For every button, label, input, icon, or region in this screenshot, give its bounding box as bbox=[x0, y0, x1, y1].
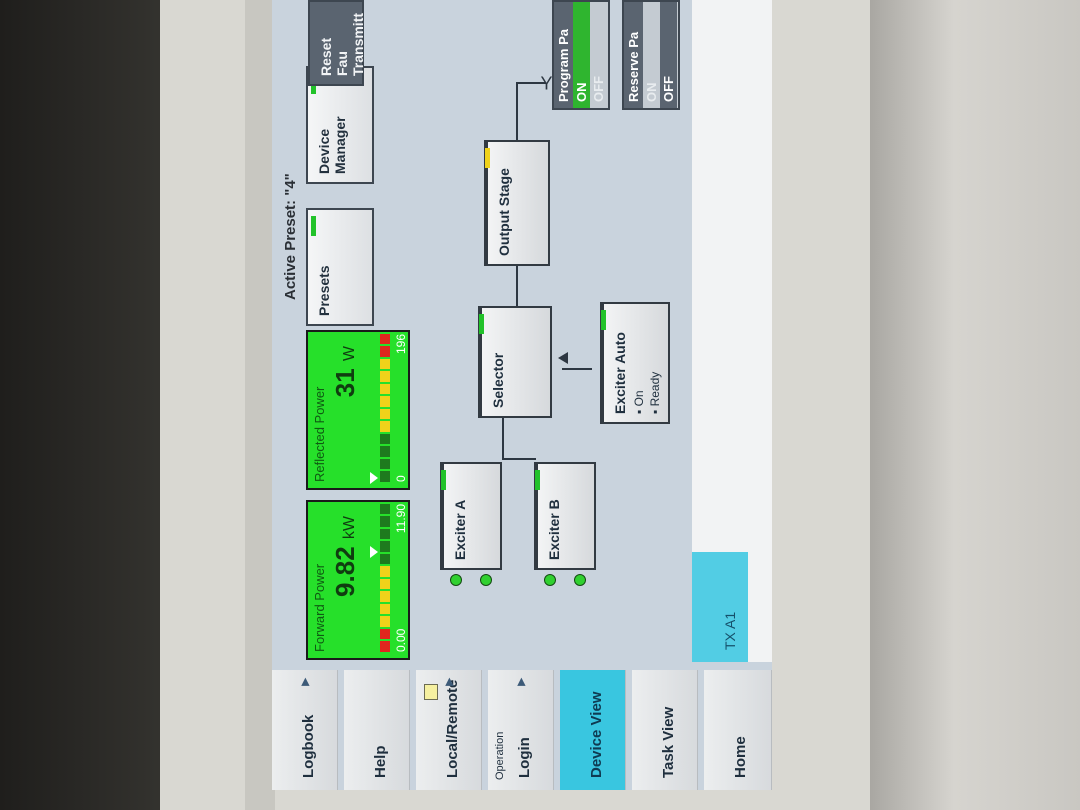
meter-bar bbox=[380, 504, 390, 652]
status-led bbox=[485, 148, 490, 168]
background-left bbox=[0, 0, 165, 810]
program-pa-toggle[interactable]: Program Pa ON OFF bbox=[552, 0, 610, 110]
meter-bar bbox=[380, 334, 390, 482]
menu-item-login[interactable]: Operation Login ▶ bbox=[488, 670, 554, 790]
exciter-auto-status: ▪ On bbox=[632, 390, 646, 414]
status-led bbox=[601, 310, 606, 330]
main-menu: Logbook ▶ Help Local/Remote ▶ Operation … bbox=[272, 670, 772, 790]
exciter-a-block[interactable]: Exciter A bbox=[440, 462, 502, 570]
status-led bbox=[311, 216, 316, 236]
status-dot bbox=[574, 574, 586, 586]
connector-line bbox=[516, 82, 518, 140]
local-remote-icon bbox=[424, 684, 438, 700]
meter-marker-icon bbox=[370, 472, 378, 484]
toggle-off[interactable]: OFF bbox=[660, 2, 677, 108]
reserve-pa-toggle[interactable]: Reserve Pa ON OFF bbox=[622, 0, 680, 110]
exciter-b-block[interactable]: Exciter B bbox=[534, 462, 596, 570]
menu-item-home[interactable]: Home bbox=[704, 670, 772, 790]
toggle-title: Program Pa bbox=[554, 2, 573, 108]
status-dot bbox=[480, 574, 492, 586]
reflected-power-meter: Reflected Power 31 W 0 196 bbox=[306, 330, 410, 490]
toggle-on[interactable]: ON bbox=[643, 2, 660, 108]
status-led bbox=[535, 470, 540, 490]
active-preset-label: Active Preset: "4" bbox=[282, 173, 299, 300]
status-led bbox=[441, 470, 446, 490]
screen: Logbook ▶ Help Local/Remote ▶ Operation … bbox=[272, 0, 772, 790]
meter-title: Reflected Power bbox=[312, 386, 327, 482]
antenna-icon: Y bbox=[540, 73, 553, 94]
tab-label: TX A1 bbox=[722, 611, 738, 650]
connector-line bbox=[562, 368, 592, 370]
presets-button[interactable]: Presets bbox=[306, 208, 374, 326]
bezel-edge bbox=[245, 0, 275, 810]
menu-item-label: Login bbox=[516, 737, 533, 778]
menu-item-label: Local/Remote bbox=[444, 679, 461, 778]
selector-block[interactable]: Selector bbox=[478, 306, 552, 418]
reset-faults-button[interactable]: Reset Fau Transmitt bbox=[308, 0, 366, 86]
toggle-on[interactable]: ON bbox=[573, 2, 590, 108]
forward-power-meter: Forward Power 9.82 kW 0.00 11.90 bbox=[306, 500, 410, 660]
menu-item-task-view[interactable]: Task View bbox=[632, 670, 698, 790]
tab-tx-a1[interactable]: TX A1 bbox=[692, 552, 748, 662]
connector-line bbox=[502, 458, 536, 460]
toggle-off[interactable]: OFF bbox=[590, 2, 607, 108]
tab-bar: TX A1 bbox=[692, 0, 772, 662]
connector-line bbox=[502, 418, 504, 460]
status-dot bbox=[450, 574, 462, 586]
menu-item-help[interactable]: Help bbox=[344, 670, 410, 790]
menu-item-label: Task View bbox=[660, 706, 677, 778]
status-led bbox=[479, 314, 484, 334]
toggle-title: Reserve Pa bbox=[624, 2, 643, 108]
chevron-right-icon: ▶ bbox=[300, 678, 311, 686]
menu-item-label: Device View bbox=[588, 691, 605, 778]
menu-item-device-view[interactable]: Device View bbox=[560, 670, 626, 790]
menu-item-label: Help bbox=[372, 745, 389, 778]
arrow-up-icon bbox=[558, 352, 568, 364]
status-dot bbox=[544, 574, 556, 586]
device-view-ui: Logbook ▶ Help Local/Remote ▶ Operation … bbox=[272, 0, 772, 790]
menu-item-label: Home bbox=[732, 736, 749, 778]
login-sub-label: Operation bbox=[494, 731, 506, 780]
output-stage-block[interactable]: Output Stage bbox=[484, 140, 550, 266]
menu-item-label: Logbook bbox=[300, 714, 317, 778]
connector-line bbox=[516, 266, 518, 306]
meter-value: 31 W bbox=[330, 346, 360, 398]
menu-item-logbook[interactable]: Logbook ▶ bbox=[272, 670, 338, 790]
meter-title: Forward Power bbox=[312, 563, 327, 652]
exciter-auto-block[interactable]: Exciter Auto ▪ On ▪ Ready bbox=[600, 302, 670, 424]
meter-marker-icon bbox=[370, 546, 378, 558]
device-case bbox=[870, 0, 1080, 810]
chevron-right-icon: ▶ bbox=[444, 678, 455, 686]
menu-item-local-remote[interactable]: Local/Remote ▶ bbox=[416, 670, 482, 790]
chevron-right-icon: ▶ bbox=[516, 678, 527, 686]
exciter-auto-status: ▪ Ready bbox=[648, 371, 662, 414]
meter-value: 9.82 kW bbox=[330, 516, 360, 597]
